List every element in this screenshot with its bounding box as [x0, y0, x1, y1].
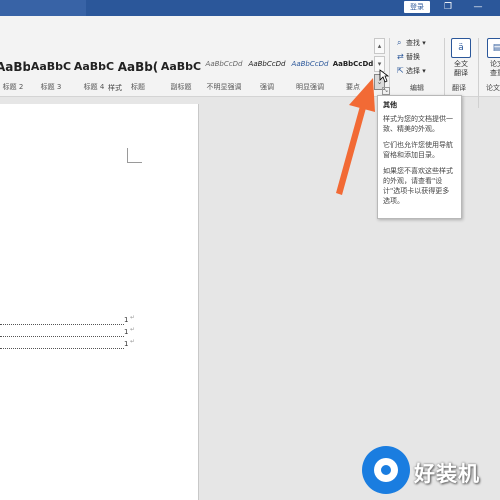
- mouse-cursor-icon: [379, 69, 389, 83]
- watermark-text: 好装机: [414, 462, 480, 486]
- annotation-arrow: [336, 78, 375, 195]
- watermark-logo: 好装机: [362, 446, 500, 500]
- watermark-circle-icon: [362, 446, 410, 494]
